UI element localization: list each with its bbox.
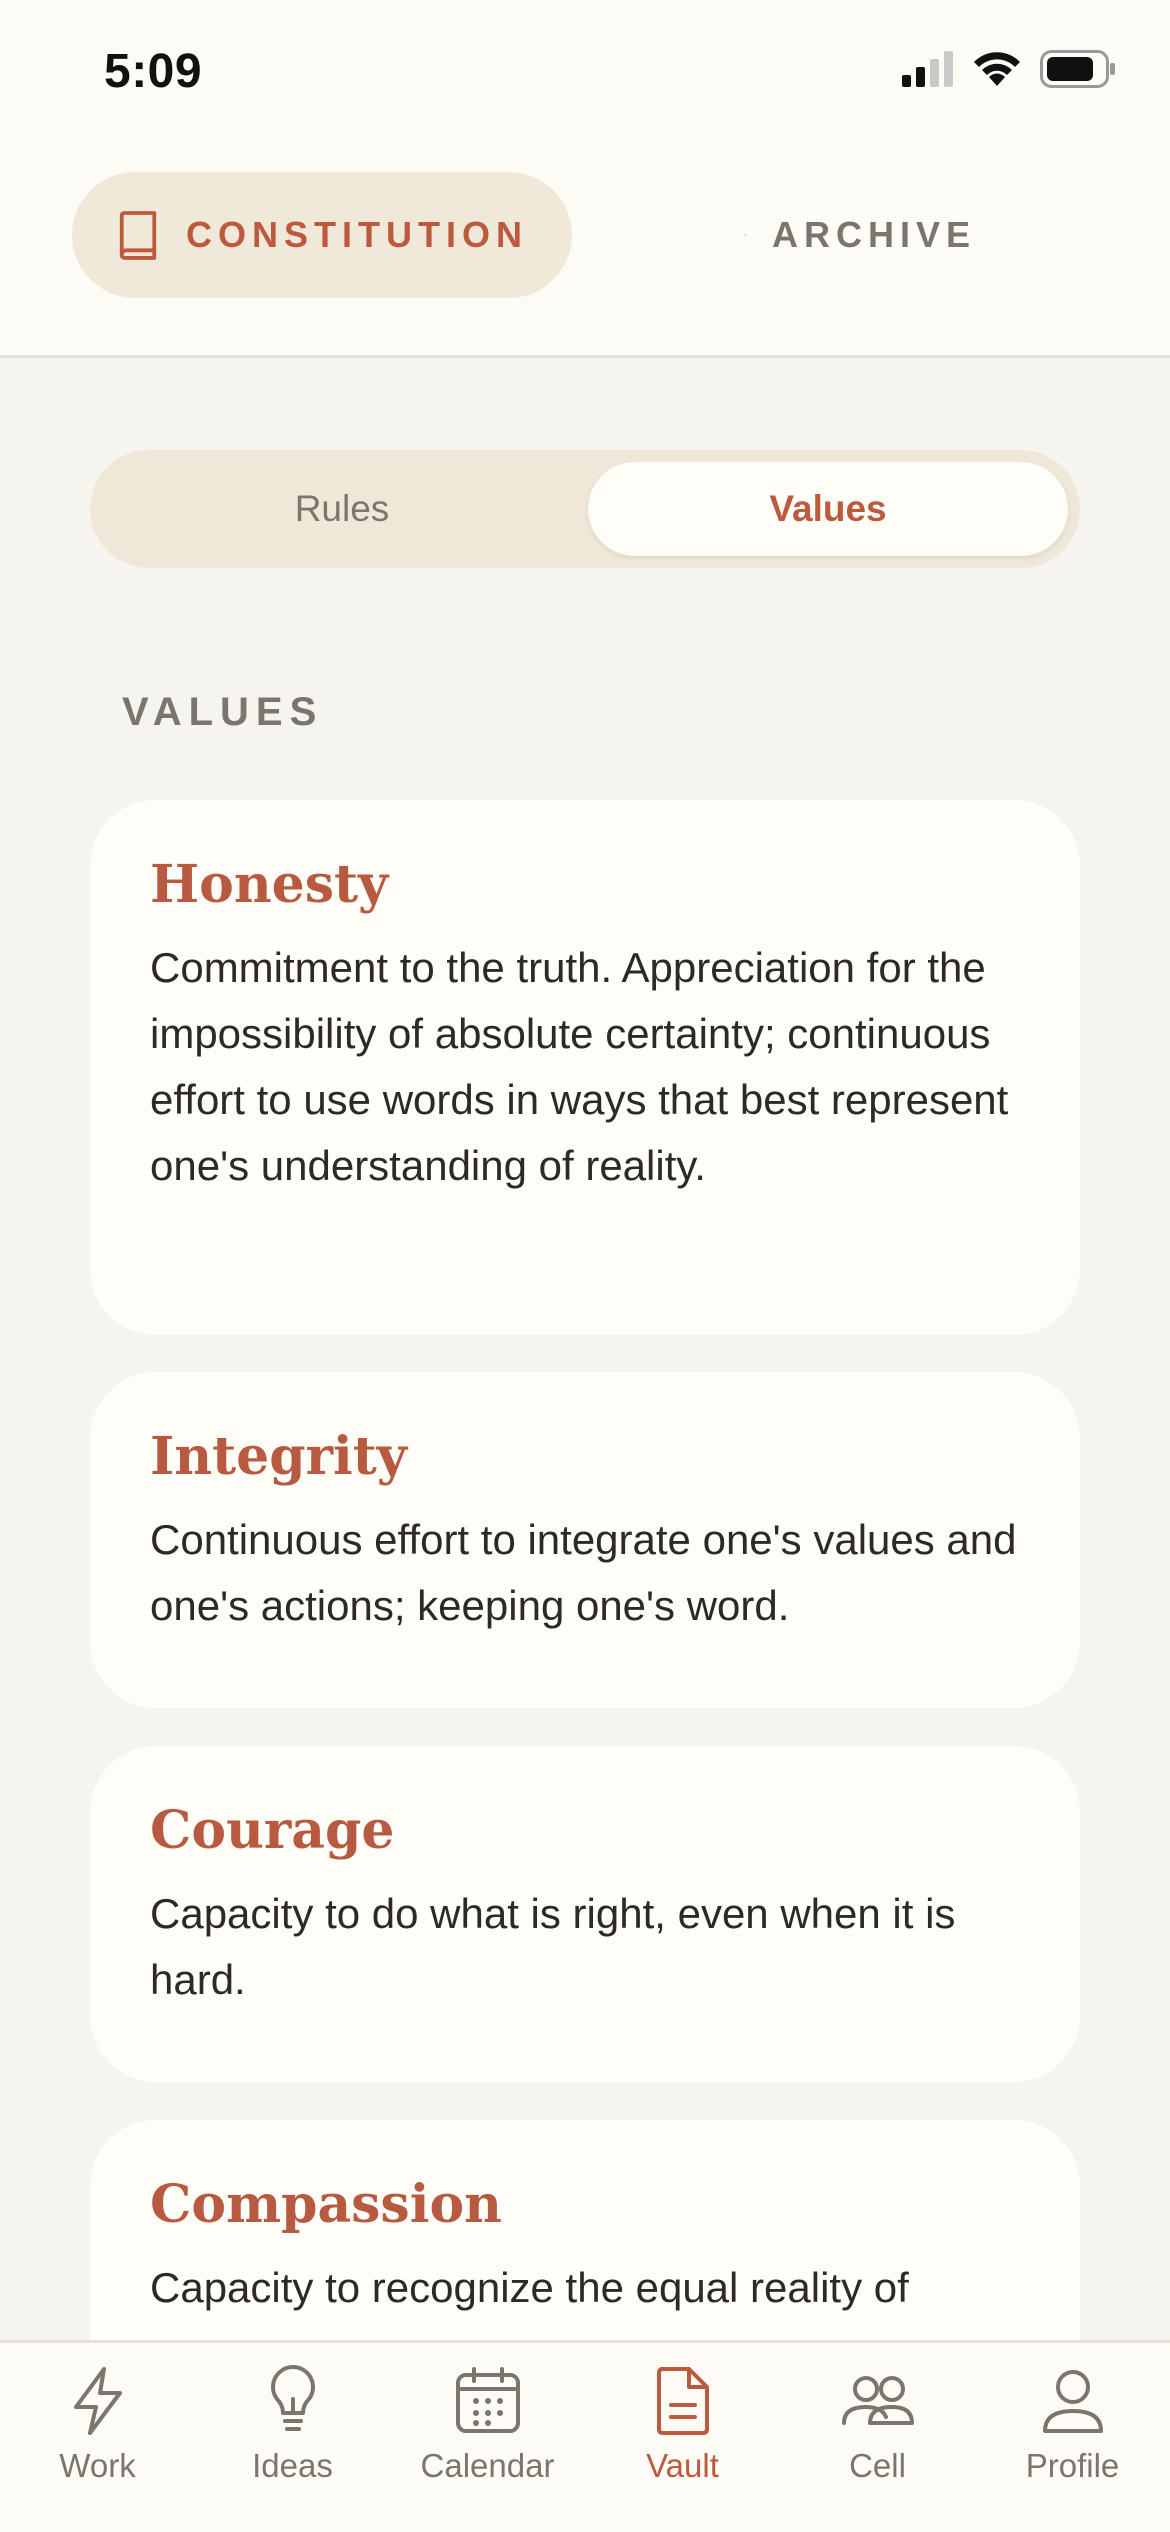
tab-work[interactable]: Work: [0, 2365, 195, 2485]
value-description: Capacity to recognize the equal reality …: [150, 2264, 909, 2311]
value-description: Continuous effort to integrate one's val…: [150, 1516, 1017, 1629]
battery-icon: [1040, 50, 1115, 88]
tab-calendar[interactable]: Calendar: [390, 2365, 585, 2485]
archive-tab[interactable]: ARCHIVE: [700, 172, 1020, 298]
tab-label: Ideas: [252, 2447, 333, 2484]
value-description: Commitment to the truth. Appreciation fo…: [150, 944, 1009, 1189]
value-card-courage[interactable]: Courage Capacity to do what is right, ev…: [90, 1746, 1080, 2082]
people-icon: [841, 2376, 914, 2425]
cellular-signal-icon: [902, 51, 953, 87]
tab-profile[interactable]: Profile: [975, 2365, 1170, 2485]
top-navigation: CONSTITUTION ARCHIVE: [0, 150, 1170, 358]
book-icon: [119, 211, 157, 260]
tab-label: Calendar: [420, 2447, 555, 2484]
app-screen: 5:09 CONSTITUTION ARCHIVE Rules Values V…: [0, 0, 1170, 2532]
history-icon: [744, 234, 746, 236]
lightbulb-icon: [270, 2365, 315, 2431]
tab-label: Vault: [646, 2447, 719, 2484]
value-card-honesty[interactable]: Honesty Commitment to the truth. Appreci…: [90, 800, 1080, 1335]
archive-label: ARCHIVE: [771, 214, 976, 255]
value-title: Integrity: [150, 1426, 407, 1487]
bolt-icon: [73, 2367, 122, 2435]
tab-label: Work: [59, 2447, 136, 2484]
bottom-tab-bar: Work Ideas Calendar Vault Cell Profile: [0, 2340, 1170, 2532]
value-title: Compassion: [150, 2174, 502, 2235]
tab-vault[interactable]: Vault: [585, 2365, 780, 2485]
constitution-tab[interactable]: CONSTITUTION: [72, 172, 572, 298]
calendar-icon: [455, 2367, 520, 2433]
tab-label: Profile: [1025, 2447, 1120, 2484]
value-title: Courage: [150, 1800, 395, 1861]
tab-label: Cell: [849, 2447, 906, 2484]
person-icon: [1042, 2370, 1103, 2433]
constitution-label: CONSTITUTION: [186, 214, 528, 255]
value-card-integrity[interactable]: Integrity Continuous effort to integrate…: [90, 1372, 1080, 1708]
status-icons: [900, 50, 1116, 88]
value-description: Capacity to do what is right, even when …: [150, 1890, 956, 2003]
segment-values[interactable]: Values: [588, 462, 1068, 556]
section-title: VALUES: [122, 690, 324, 734]
segment-rules[interactable]: Rules: [102, 462, 582, 556]
value-title: Honesty: [150, 854, 389, 915]
tab-ideas[interactable]: Ideas: [195, 2365, 390, 2485]
rules-values-segmented-control: Rules Values: [90, 450, 1080, 568]
status-bar: 5:09: [0, 0, 1170, 150]
tab-cell[interactable]: Cell: [780, 2365, 975, 2485]
status-time: 5:09: [104, 45, 203, 98]
document-icon: [656, 2367, 709, 2435]
wifi-icon: [974, 52, 1020, 86]
